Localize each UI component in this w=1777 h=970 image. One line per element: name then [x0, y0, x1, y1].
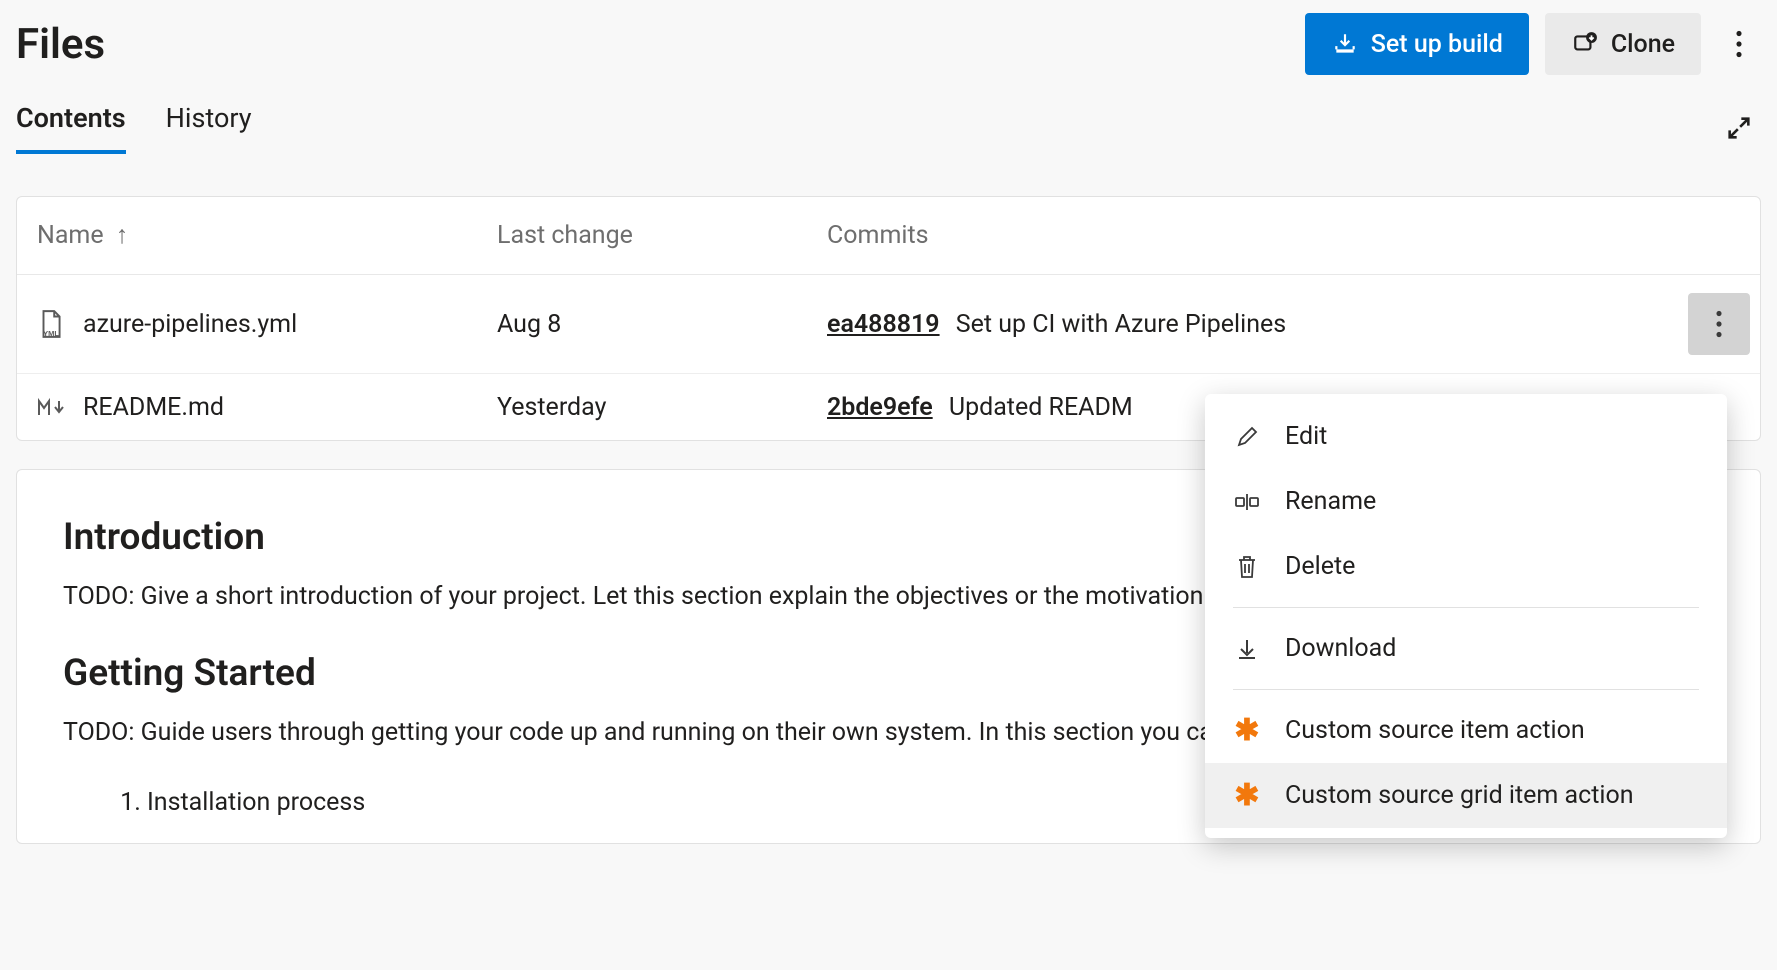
- fullscreen-button[interactable]: [1717, 106, 1761, 150]
- build-icon: [1331, 30, 1359, 58]
- context-menu: Edit Rename Delete Download: [1205, 394, 1727, 838]
- menu-label: Delete: [1285, 552, 1355, 581]
- table-header-row: Name ↑ Last change Commits: [17, 197, 1760, 275]
- menu-item-custom-source-grid[interactable]: ✱ Custom source grid item action: [1205, 763, 1727, 828]
- last-change: Aug 8: [477, 275, 807, 374]
- file-name-cell: YML azure-pipelines.yml: [37, 309, 457, 339]
- download-icon: [1233, 635, 1261, 663]
- menu-item-download[interactable]: Download: [1205, 616, 1727, 681]
- star-icon: ✱: [1233, 717, 1261, 745]
- tab-history[interactable]: History: [166, 102, 252, 154]
- menu-separator: [1233, 607, 1699, 608]
- file-name: README.md: [83, 393, 224, 422]
- table-row[interactable]: YML azure-pipelines.yml Aug 8 ea488819 S…: [17, 275, 1760, 374]
- commit-hash-link[interactable]: 2bde9efe: [827, 393, 933, 422]
- rename-icon: [1233, 488, 1261, 516]
- menu-label: Custom source grid item action: [1285, 781, 1634, 810]
- page-header: Files Set up build Clone: [0, 0, 1777, 78]
- menu-item-custom-source[interactable]: ✱ Custom source item action: [1205, 698, 1727, 763]
- fullscreen-icon: [1725, 114, 1753, 142]
- commit-hash-link[interactable]: ea488819: [827, 310, 940, 339]
- kebab-icon: [1735, 30, 1743, 58]
- menu-separator: [1233, 689, 1699, 690]
- col-name-label: Name: [37, 221, 104, 250]
- file-name: azure-pipelines.yml: [83, 310, 297, 339]
- delete-icon: [1233, 553, 1261, 581]
- col-last-change[interactable]: Last change: [477, 197, 807, 275]
- setup-build-button[interactable]: Set up build: [1305, 13, 1529, 75]
- clone-button[interactable]: Clone: [1545, 13, 1701, 75]
- last-change: Yesterday: [477, 374, 807, 441]
- tabs-row: Contents History: [0, 102, 1777, 154]
- file-name-cell: README.md: [37, 392, 457, 422]
- menu-item-delete[interactable]: Delete: [1205, 534, 1727, 599]
- md-file-icon: [37, 392, 65, 422]
- menu-label: Download: [1285, 634, 1396, 663]
- commit-cell: ea488819 Set up CI with Azure Pipelines: [807, 275, 1668, 374]
- svg-text:YML: YML: [43, 329, 59, 338]
- col-commits[interactable]: Commits: [807, 197, 1668, 275]
- commit-message: Set up CI with Azure Pipelines: [956, 310, 1286, 339]
- tabs: Contents History: [16, 102, 252, 154]
- setup-build-label: Set up build: [1371, 30, 1503, 59]
- menu-label: Custom source item action: [1285, 716, 1585, 745]
- page-title: Files: [16, 20, 105, 69]
- row-more-actions-button[interactable]: [1688, 293, 1750, 355]
- menu-label: Edit: [1285, 422, 1327, 451]
- header-actions: Set up build Clone: [1305, 13, 1761, 75]
- menu-item-rename[interactable]: Rename: [1205, 469, 1727, 534]
- kebab-icon: [1715, 310, 1723, 338]
- clone-icon: [1571, 30, 1599, 58]
- tab-contents[interactable]: Contents: [16, 102, 126, 154]
- star-icon: ✱: [1233, 782, 1261, 810]
- menu-label: Rename: [1285, 487, 1376, 516]
- col-name[interactable]: Name ↑: [17, 197, 477, 275]
- commit-message: Updated READM: [949, 393, 1133, 422]
- edit-icon: [1233, 423, 1261, 451]
- menu-item-edit[interactable]: Edit: [1205, 404, 1727, 469]
- sort-asc-icon: ↑: [116, 221, 129, 250]
- yml-file-icon: YML: [37, 309, 65, 339]
- more-actions-button[interactable]: [1717, 22, 1761, 66]
- clone-label: Clone: [1611, 30, 1675, 59]
